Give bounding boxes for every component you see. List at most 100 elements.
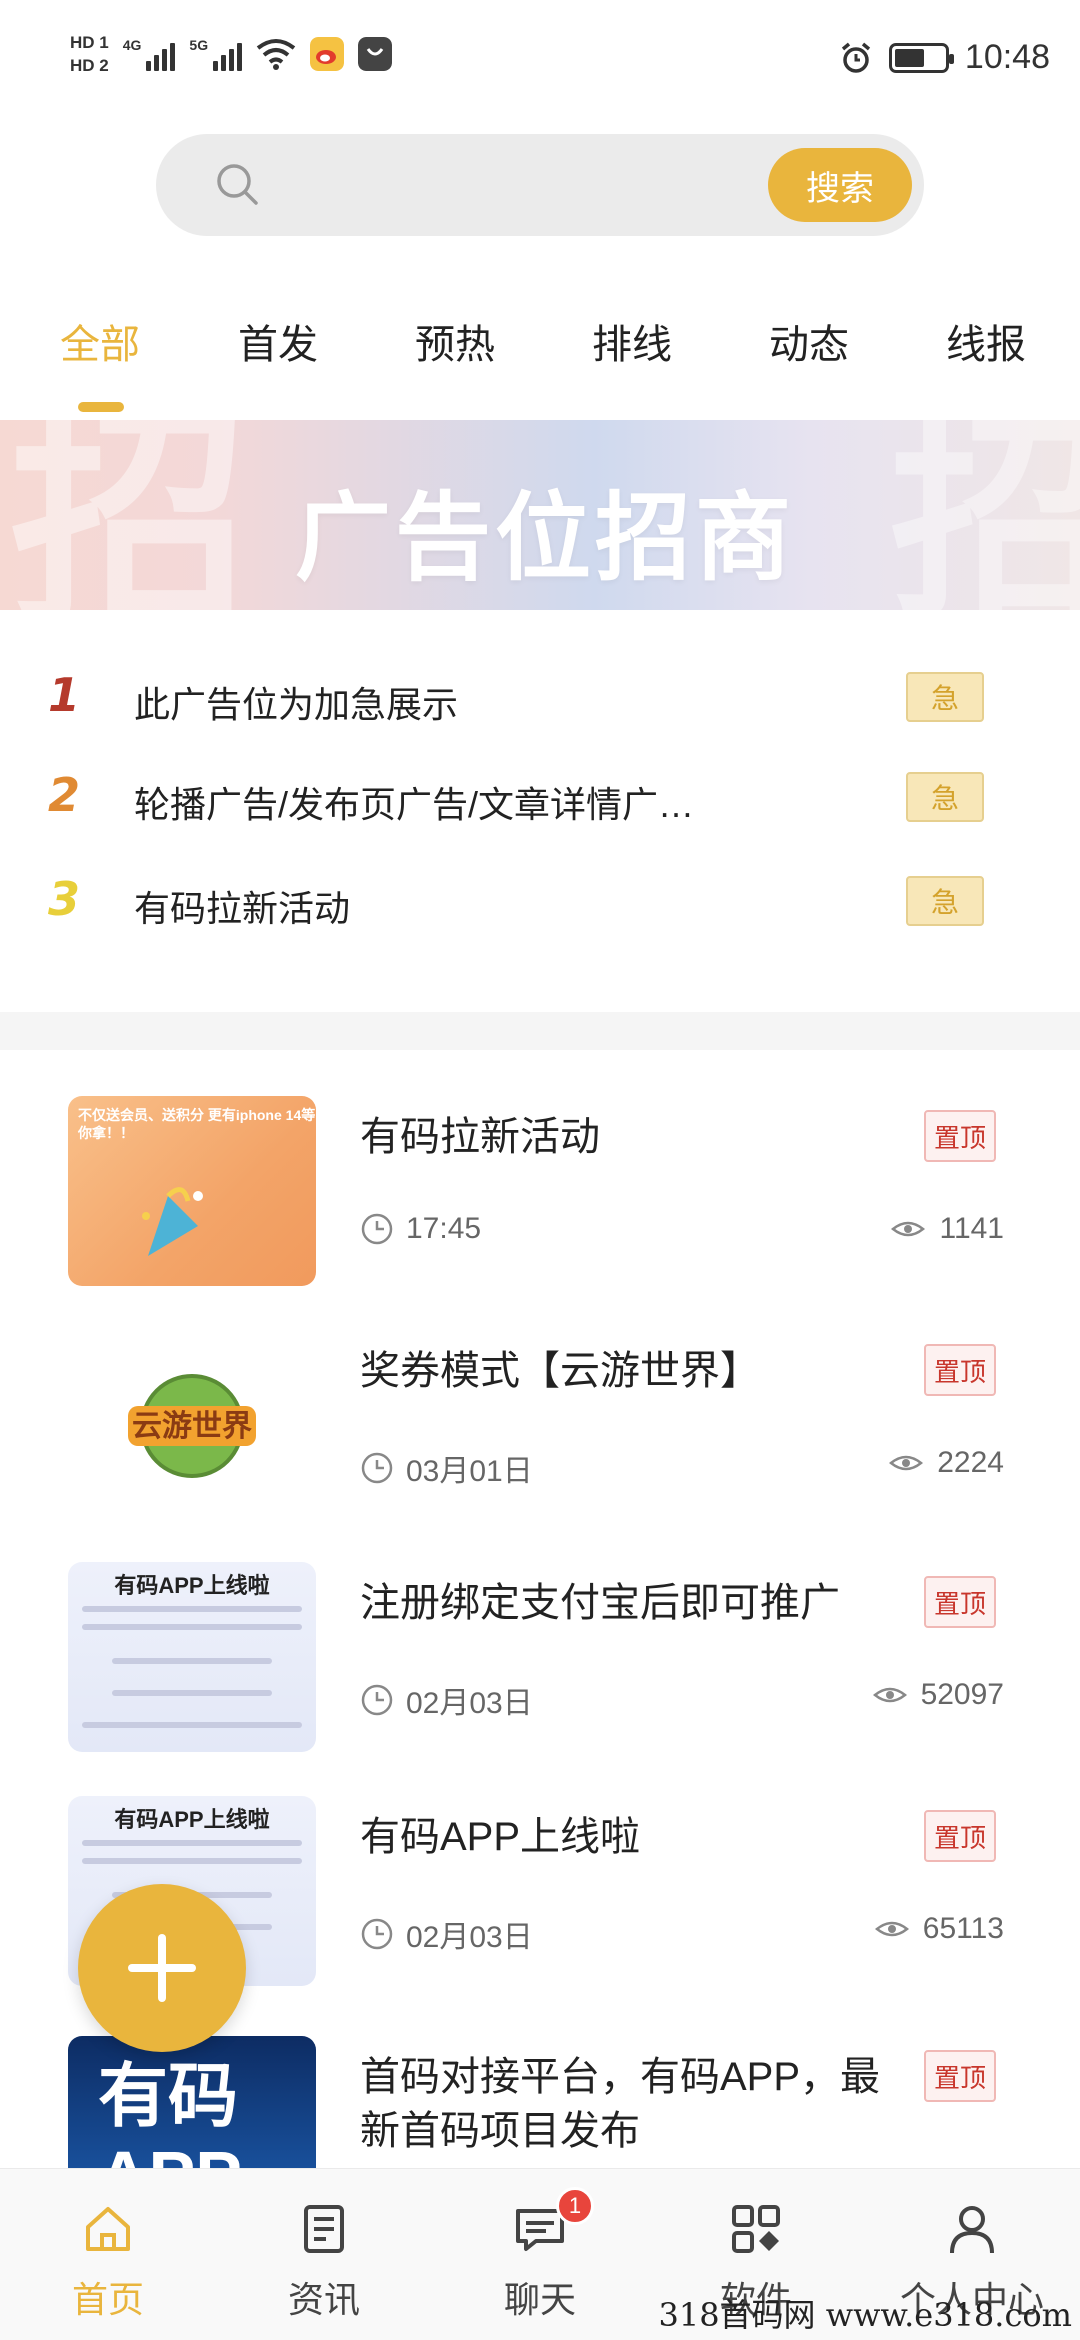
news-thumbnail: 有码 APP bbox=[68, 2036, 316, 2168]
news-date-text: 02月03日 bbox=[406, 1921, 533, 1954]
status-bar: HD 1 HD 2 4G 5G 10:48 bbox=[0, 0, 1080, 120]
view-count: 65113 bbox=[922, 1912, 1004, 1945]
banner-decoration: 招 bbox=[10, 420, 251, 610]
eye-icon bbox=[891, 1221, 926, 1237]
news-item[interactable]: 不仅送会员、送积分 更有iphone 14等你拿！！ 有码拉新活动 置顶 17:… bbox=[0, 1096, 1080, 1296]
news-date-text: 02月03日 bbox=[406, 1687, 533, 1720]
urgent-item-text: 轮播广告/发布页广告/文章详情广… bbox=[134, 784, 695, 825]
news-date: 02月03日 bbox=[360, 1678, 533, 1722]
weibo-icon bbox=[310, 37, 345, 71]
clock-icon bbox=[361, 1684, 393, 1716]
nav-home[interactable]: 首页 bbox=[18, 2169, 198, 2340]
pinned-badge: 置顶 bbox=[924, 1110, 996, 1162]
news-title: 首码对接平台，有码APP，最新首码项目发布 bbox=[360, 2055, 881, 2153]
signal-icon-1: 4G bbox=[123, 37, 176, 71]
rank-number: 3 bbox=[48, 872, 81, 926]
sim1-label: HD 1 bbox=[70, 33, 109, 52]
view-count: 52097 bbox=[920, 1678, 1004, 1711]
news-item[interactable]: 有码 APP 首码对接平台，有码APP，最新首码项目发布 置顶 bbox=[0, 2036, 1080, 2168]
news-views: 1141 bbox=[891, 1212, 1004, 1246]
rank-number: 1 bbox=[48, 668, 81, 722]
tab-all[interactable]: 全部 bbox=[40, 312, 160, 370]
thumbnail-caption: 不仅送会员、送积分 更有iphone 14等你拿！！ bbox=[78, 1107, 316, 1141]
nav-label: 资讯 bbox=[287, 2279, 360, 2320]
person-icon bbox=[950, 2206, 994, 2254]
watermark: 318首码网 www.e318.com bbox=[658, 2296, 1072, 2334]
pinned-badge: 置顶 bbox=[924, 2050, 996, 2102]
view-count: 2224 bbox=[937, 1446, 1004, 1479]
alarm-icon bbox=[841, 42, 871, 73]
clock-icon bbox=[361, 1918, 393, 1950]
news-date-text: 03月01日 bbox=[406, 1455, 533, 1488]
news-title: 有码APP上线啦 bbox=[360, 1815, 641, 1859]
banner-title: 广告位招商 bbox=[295, 485, 795, 592]
category-tabs: 全部 首发 预热 排线 动态 线报 bbox=[0, 300, 1080, 420]
news-title: 奖券模式【云游世界】 bbox=[360, 1349, 760, 1393]
section-divider bbox=[0, 1012, 1080, 1050]
urgent-item[interactable]: 3 有码拉新活动 急 bbox=[0, 864, 1080, 944]
news-thumbnail: 有码APP上线啦 bbox=[68, 1562, 316, 1752]
tab-updates[interactable]: 动态 bbox=[749, 312, 869, 370]
eye-icon bbox=[889, 1455, 924, 1471]
urgent-badge: 急 bbox=[906, 672, 984, 722]
search-button[interactable]: 搜索 bbox=[768, 148, 912, 222]
urgent-badge: 急 bbox=[906, 772, 984, 822]
nav-chat[interactable]: 1 聊天 bbox=[450, 2169, 630, 2340]
news-item[interactable]: 云游世界 奖券模式【云游世界】 置顶 03月01日 2224 bbox=[0, 1330, 1080, 1530]
news-item[interactable]: 有码APP上线啦 注册绑定支付宝后即可推广 置顶 02月03日 52097 bbox=[0, 1562, 1080, 1762]
unread-badge: 1 bbox=[556, 2187, 594, 2225]
nav-news[interactable]: 资讯 bbox=[234, 2169, 414, 2340]
tab-tips[interactable]: 线报 bbox=[926, 312, 1046, 370]
nav-label: 聊天 bbox=[503, 2279, 576, 2320]
tab-preheat[interactable]: 预热 bbox=[395, 312, 515, 370]
search-input[interactable] bbox=[286, 154, 686, 216]
urgent-item-text: 此广告位为加急展示 bbox=[134, 684, 459, 725]
network-type-2: 5G bbox=[189, 37, 209, 53]
pinned-badge: 置顶 bbox=[924, 1344, 996, 1396]
news-date-text: 17:45 bbox=[406, 1212, 482, 1245]
tab-first-release[interactable]: 首发 bbox=[218, 312, 338, 370]
nav-label: 首页 bbox=[71, 2279, 144, 2320]
tab-lineup[interactable]: 排线 bbox=[572, 312, 692, 370]
wifi-icon bbox=[256, 39, 296, 70]
search-bar: 搜索 bbox=[156, 134, 924, 236]
banner-decoration-right: 招 bbox=[889, 420, 1080, 610]
party-popper-icon bbox=[142, 1187, 203, 1256]
news-thumbnail: 云游世界 bbox=[68, 1330, 316, 1520]
home-icon bbox=[86, 2207, 130, 2251]
signal-icon-2: 5G bbox=[189, 37, 243, 71]
clock: 10:48 bbox=[964, 38, 1050, 76]
thumbnail-caption: 云游世界 bbox=[132, 1409, 252, 1444]
pinned-badge: 置顶 bbox=[924, 1810, 996, 1862]
view-count: 1141 bbox=[939, 1212, 1004, 1245]
news-date: 03月01日 bbox=[360, 1446, 533, 1490]
news-thumbnail: 不仅送会员、送积分 更有iphone 14等你拿！！ bbox=[68, 1096, 316, 1286]
news-title: 有码拉新活动 bbox=[360, 1115, 600, 1159]
apps-icon bbox=[732, 2205, 780, 2253]
urgent-item[interactable]: 1 此广告位为加急展示 急 bbox=[0, 660, 1080, 740]
add-post-button[interactable] bbox=[78, 1884, 246, 2052]
ad-banner[interactable]: 招 招 广告位招商 bbox=[0, 420, 1080, 610]
network-type-1: 4G bbox=[122, 37, 142, 53]
news-icon bbox=[304, 2205, 344, 2253]
clock-icon bbox=[361, 1452, 393, 1484]
rank-number: 2 bbox=[48, 768, 81, 822]
news-date: 02月03日 bbox=[360, 1912, 533, 1956]
news-views: 65113 bbox=[874, 1912, 1004, 1946]
tab-indicator bbox=[78, 402, 124, 412]
news-views: 52097 bbox=[872, 1678, 1004, 1712]
pinned-badge: 置顶 bbox=[924, 1576, 996, 1628]
battery-icon bbox=[888, 42, 954, 73]
urgent-item-text: 有码拉新活动 bbox=[134, 888, 351, 929]
eye-icon bbox=[872, 1687, 907, 1703]
news-date: 17:45 bbox=[360, 1212, 481, 1246]
urgent-badge: 急 bbox=[906, 876, 984, 926]
shopping-bag-icon bbox=[358, 37, 393, 71]
thumbnail-caption: 有码 APP bbox=[98, 2057, 242, 2168]
thumbnail-caption: 有码APP上线啦 bbox=[114, 1807, 270, 1832]
thumbnail-caption: 有码APP上线啦 bbox=[114, 1573, 270, 1598]
urgent-item[interactable]: 2 轮播广告/发布页广告/文章详情广… 急 bbox=[0, 760, 1080, 840]
sim-indicator: HD 1 HD 2 bbox=[70, 34, 109, 74]
search-icon bbox=[217, 164, 258, 205]
news-views: 2224 bbox=[889, 1446, 1004, 1480]
